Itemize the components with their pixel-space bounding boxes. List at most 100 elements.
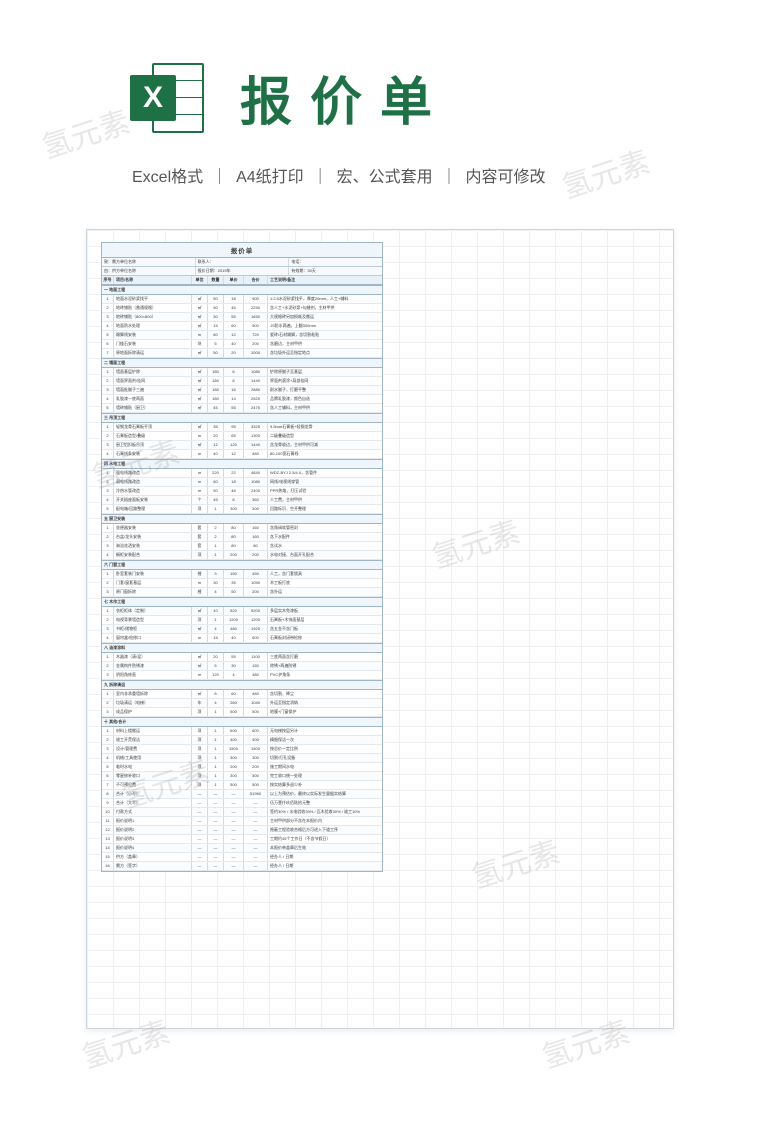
table-row: 2电视背景墙造型项112001200石膏板+木饰面基层 [102,616,382,625]
cell: 12 [102,826,114,834]
cell: 80 [224,542,244,550]
cell: 360 [244,496,268,504]
cell: — [192,853,208,861]
cell: 电视背景墙造型 [114,616,192,624]
table-row: 1墙面基层铲除㎡18061080铲除原腻子至基层 [102,368,382,377]
cell: 900 [244,322,268,330]
cell: 1 [208,754,224,762]
section-header: 一 地面工程 [102,285,382,295]
cell: 5 [102,505,114,513]
cell: 5200 [244,607,268,615]
table-row: 4窗帘盒/检修口m1540600石膏板封闭带检修 [102,634,382,643]
sep-1: ｜ [212,169,228,186]
cell: 5 [102,331,114,339]
cell: 台盆/龙头安装 [114,533,192,541]
cell: 600 [244,727,268,735]
cell: 1000 [244,349,268,357]
table-row: 1轻钢龙骨石膏板平顶㎡359533259.5mm石膏板+轻钢龙骨 [102,423,382,432]
cell: 60 [224,322,244,330]
cell: 1500 [224,745,244,753]
cell: 套 [192,524,208,532]
cell: 厨卫铝扣板吊顶 [114,441,192,449]
cell: — [224,799,244,807]
cell: 成品保护 [114,708,192,716]
cell: WDZ-BYJ 2.5/4.0，含管件 [268,469,382,477]
sub-macro: 宏、公式套用 [337,169,433,186]
cell: — [244,808,268,816]
cell: — [192,799,208,807]
cell: 200 [224,551,244,559]
section-header: 八 油漆涂料 [102,643,382,653]
sub-format: Excel格式 [132,169,203,186]
cell: 含五金不含门板 [268,625,382,633]
cell: 10 [208,607,224,615]
cell: 51960 [244,790,268,798]
table-row: 5临时水电项1200200施工期间水电 [102,763,382,772]
cell: 1 [102,727,114,735]
cell: 20 [208,653,224,661]
section-header: 四 水电工程 [102,459,382,469]
table-row: 3阴阳角修直m1204480PVC护角条 [102,671,382,680]
cell: 以上为预估价，最终以实际发生量据实结算 [268,790,382,798]
cell: — [224,817,244,825]
table-row: 3原门窗拆除樘450200含外运 [102,588,382,597]
cell: 报价说明2 [114,826,192,834]
cell: 40 [224,340,244,348]
cell: — [208,817,224,825]
cell: 2520 [244,395,268,403]
cell: 墙砖铺贴（厨卫） [114,404,192,412]
cell: 工期约45个工作日（不含节假日） [268,835,382,843]
cell: — [208,826,224,834]
cell: 配电箱/回路整理 [114,505,192,513]
table-row: 1材料上楼搬运项1600600无电梯按层另计 [102,727,382,736]
cell: ㎡ [192,607,208,615]
cell: 2 [102,304,114,312]
cell: 1080 [244,368,268,376]
cell: — [208,853,224,861]
table-row: 8合计（小写）———51960以上为预估价，最终以实际发生量据实结算 [102,790,382,799]
cell: 45 [208,496,224,504]
sub-editable: 内容可修改 [466,169,546,186]
cell: — [208,862,224,870]
table-row: 3墙面批腻子三遍㎡180162880耐水腻子，打磨平整 [102,386,382,395]
cell: 含试水 [268,542,382,550]
cell: ㎡ [192,322,208,330]
cell: 项 [192,616,208,624]
cell: 7 [102,781,114,789]
table-row: 1卧室套装门安装樘3150450人工，含门套锁具 [102,570,382,579]
col-price: 单价 [224,276,244,284]
cell: 55 [224,313,244,321]
cell: 1 [208,736,224,744]
cell: 300 [244,505,268,513]
table-row: 2弱电线路改造m60181080网线/电视线穿管 [102,478,382,487]
cell: 墙面界面剂/挂网 [114,377,192,385]
cell: 2400 [244,487,268,495]
cell: 2 [102,662,114,670]
cell: — [244,844,268,852]
cell: 门套/窗套基层 [114,579,192,587]
cell: 600 [224,727,244,735]
cell: 150 [224,570,244,578]
section-header: 五 厨卫安装 [102,514,382,524]
cell: 80 [244,542,268,550]
cell: 1500 [244,745,268,753]
table-row: 4石膏线条安装m401248080-100宽石膏线 [102,450,382,459]
cell: 精细保洁一次 [268,736,382,744]
section-header: 三 吊顶工程 [102,413,382,423]
table-row: 2金属构件防锈漆㎡530150除锈+两遍防锈 [102,662,382,671]
cell: 车 [192,699,208,707]
cell: 900 [244,295,268,303]
cell: 1 [102,368,114,376]
cell: 门槛石安装 [114,340,192,348]
cell: 3 [102,588,114,596]
cell: 耐水腻子，打磨平整 [268,386,382,394]
cell: 1 [208,781,224,789]
cell: 1100 [244,653,268,661]
cell: 3 [102,671,114,679]
cell: 400 [244,736,268,744]
cell: 55 [224,653,244,661]
cell: 冷热水管改造 [114,487,192,495]
meta-contact: 联系人： [196,258,290,266]
cell: 60 [208,331,224,339]
section-header: 六 门窗工程 [102,560,382,570]
